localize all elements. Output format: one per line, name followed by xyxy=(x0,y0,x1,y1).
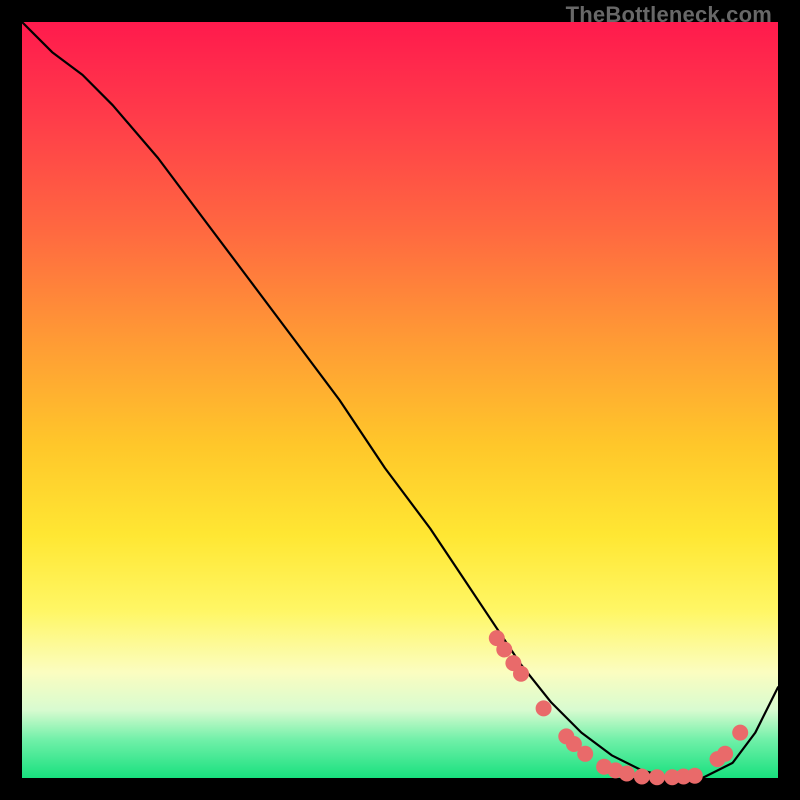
chart-svg xyxy=(22,22,778,778)
marker-dot xyxy=(513,666,529,682)
marker-group xyxy=(489,630,748,785)
plot-area xyxy=(22,22,778,778)
marker-dot xyxy=(687,768,703,784)
marker-dot xyxy=(717,746,733,762)
marker-dot xyxy=(649,769,665,785)
marker-dot xyxy=(732,725,748,741)
marker-dot xyxy=(577,746,593,762)
marker-dot xyxy=(634,769,650,785)
curve-line xyxy=(22,22,778,778)
marker-dot xyxy=(536,700,552,716)
marker-dot xyxy=(619,766,635,782)
marker-dot xyxy=(496,642,512,658)
